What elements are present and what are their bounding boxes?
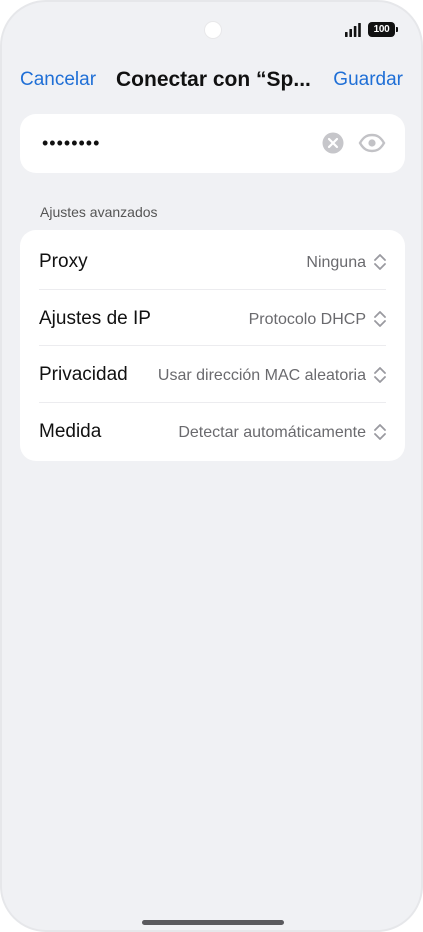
navigation-bar: Cancelar Conectar con “Sp... Guardar xyxy=(2,60,421,100)
cancel-button[interactable]: Cancelar xyxy=(20,69,96,91)
setting-value: Usar dirección MAC aleatoria xyxy=(157,367,366,384)
password-input[interactable] xyxy=(40,128,310,158)
chevron-up-down-icon xyxy=(374,254,386,270)
setting-label: Medida xyxy=(39,421,102,442)
show-password-button[interactable] xyxy=(358,131,386,155)
setting-value: Protocolo DHCP xyxy=(248,311,366,328)
battery-icon: 100 xyxy=(368,22,398,37)
chevron-up-down-icon xyxy=(374,424,386,440)
setting-label: Proxy xyxy=(39,251,88,272)
clear-icon xyxy=(322,132,344,154)
clear-button[interactable] xyxy=(322,132,344,154)
chevron-up-down-icon xyxy=(374,311,386,327)
setting-label: Ajustes de IP xyxy=(39,308,151,329)
section-header-advanced: Ajustes avanzados xyxy=(40,204,158,220)
setting-row-privacy[interactable]: Privacidad Usar dirección MAC aleatoria xyxy=(20,346,405,402)
setting-value: Ninguna xyxy=(306,254,366,271)
advanced-settings-card: Proxy Ninguna Ajustes de IP Protocolo DH… xyxy=(20,230,405,461)
status-bar: 100 xyxy=(2,2,421,54)
setting-label: Privacidad xyxy=(39,364,128,385)
home-indicator[interactable] xyxy=(142,920,284,925)
chevron-up-down-icon xyxy=(374,367,386,383)
setting-row-ip[interactable]: Ajustes de IP Protocolo DHCP xyxy=(20,290,405,346)
setting-row-metered[interactable]: Medida Detectar automáticamente xyxy=(20,403,405,459)
password-card xyxy=(20,114,405,173)
save-button[interactable]: Guardar xyxy=(333,69,403,91)
front-camera xyxy=(204,21,222,39)
signal-icon xyxy=(345,23,361,37)
setting-row-proxy[interactable]: Proxy Ninguna xyxy=(20,233,405,289)
setting-value: Detectar automáticamente xyxy=(178,424,366,441)
phone-screen: 100 Cancelar Conectar con “Sp... Guardar… xyxy=(0,0,423,932)
battery-level: 100 xyxy=(373,24,390,35)
page-title: Conectar con “Sp... xyxy=(116,68,311,91)
eye-icon xyxy=(358,133,386,153)
